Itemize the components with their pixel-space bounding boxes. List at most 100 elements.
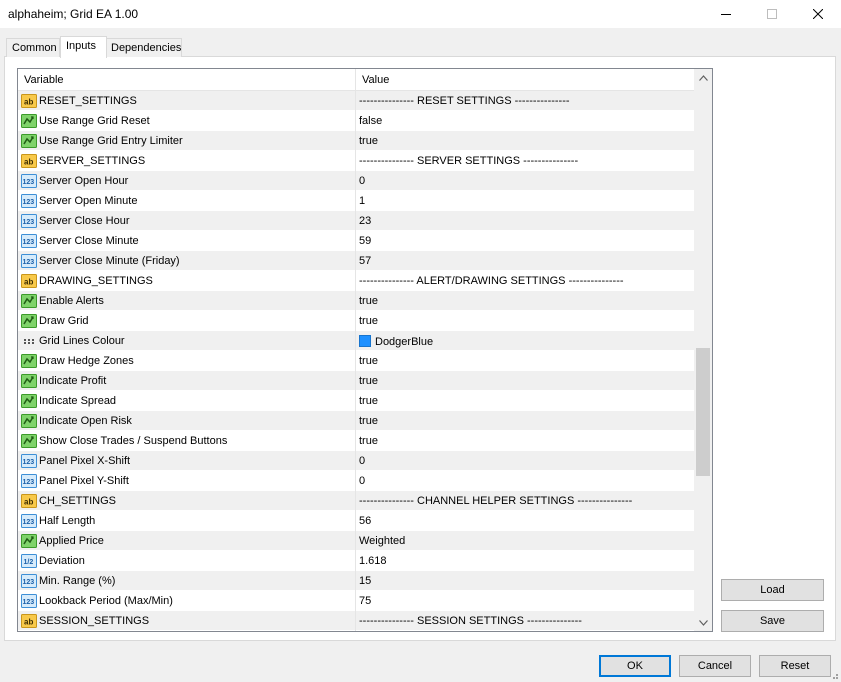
table-row[interactable]: Indicate Profit true	[18, 371, 694, 391]
variable-value[interactable]: Weighted	[359, 535, 405, 547]
string-icon: ab	[21, 493, 37, 509]
svg-text:1/2: 1/2	[24, 559, 34, 566]
variable-name: Grid Lines Colour	[39, 335, 125, 347]
variable-name: Indicate Open Risk	[39, 415, 132, 427]
close-button[interactable]	[795, 0, 841, 28]
int-icon: 123	[21, 173, 37, 189]
table-row[interactable]: Grid Lines Colour DodgerBlue	[18, 331, 694, 351]
variable-name: Deviation	[39, 555, 85, 567]
table-row[interactable]: Show Close Trades / Suspend Buttons true	[18, 431, 694, 451]
column-header-variable[interactable]: Variable	[18, 69, 355, 91]
variable-value[interactable]: --------------- SESSION SETTINGS -------…	[359, 615, 582, 627]
bool-icon	[21, 373, 37, 389]
variable-value[interactable]: --------------- SERVER SETTINGS --------…	[359, 155, 578, 167]
bool-icon	[21, 113, 37, 129]
table-row[interactable]: 123 Lookback Period (Max/Min) 75	[18, 591, 694, 611]
table-row[interactable]: 123 Server Close Minute 59	[18, 231, 694, 251]
variable-name: Server Close Minute (Friday)	[39, 255, 180, 267]
table-row[interactable]: 123 Server Close Minute (Friday) 57	[18, 251, 694, 271]
table-row[interactable]: ab RESET_SETTINGS --------------- RESET SE…	[18, 91, 694, 111]
variable-value[interactable]: false	[359, 115, 382, 127]
variable-value[interactable]: DodgerBlue	[359, 335, 433, 348]
table-row[interactable]: 123 Panel Pixel Y-Shift 0	[18, 471, 694, 491]
variable-value[interactable]: true	[359, 435, 378, 447]
size-grip-icon[interactable]	[829, 670, 839, 680]
table-row[interactable]: Indicate Spread true	[18, 391, 694, 411]
table-row[interactable]: ab CH_SETTINGS --------------- CHANNEL HEL…	[18, 491, 694, 511]
variable-value[interactable]: 59	[359, 235, 371, 247]
table-row[interactable]: 123 Min. Range (%) 15	[18, 571, 694, 591]
variable-value[interactable]: 1.618	[359, 555, 387, 567]
tab-dependencies[interactable]: Dependencies	[105, 38, 182, 57]
table-row[interactable]: 123 Server Open Minute 1	[18, 191, 694, 211]
variable-name: Server Open Minute	[39, 195, 138, 207]
variable-name: SESSION_SETTINGS	[39, 615, 150, 627]
variable-name: Lookback Period (Max/Min)	[39, 595, 173, 607]
variable-value[interactable]: 23	[359, 215, 371, 227]
reset-button[interactable]: Reset	[759, 655, 831, 677]
table-row[interactable]: Draw Hedge Zones true	[18, 351, 694, 371]
table-row[interactable]: 123 Half Length 56	[18, 511, 694, 531]
table-row[interactable]: Enable Alerts true	[18, 291, 694, 311]
variable-value[interactable]: 57	[359, 255, 371, 267]
variable-value[interactable]: 0	[359, 455, 365, 467]
variable-value[interactable]: true	[359, 355, 378, 367]
svg-text:123: 123	[23, 599, 35, 606]
variable-value[interactable]: 75	[359, 595, 371, 607]
scroll-down-button[interactable]	[694, 614, 712, 631]
save-button[interactable]: Save	[721, 610, 824, 632]
variable-value[interactable]: 56	[359, 515, 371, 527]
table-row[interactable]: Draw Grid true	[18, 311, 694, 331]
variable-value[interactable]: --------------- ALERT/DRAWING SETTINGS -…	[359, 275, 624, 287]
cancel-button[interactable]: Cancel	[679, 655, 751, 677]
vertical-scrollbar[interactable]	[694, 69, 712, 631]
variable-value[interactable]: true	[359, 395, 378, 407]
table-row[interactable]: 123 Server Open Hour 0	[18, 171, 694, 191]
variable-value[interactable]: 0	[359, 475, 365, 487]
table-row[interactable]: Use Range Grid Entry Limiter true	[18, 131, 694, 151]
svg-text:123: 123	[23, 219, 35, 226]
table-row[interactable]: ab DRAWING_SETTINGS --------------- ALERT/…	[18, 271, 694, 291]
scroll-up-button[interactable]	[694, 69, 712, 86]
bool-icon	[21, 393, 37, 409]
int-icon: 123	[21, 213, 37, 229]
bool-icon	[21, 133, 37, 149]
variable-value[interactable]: 0	[359, 175, 365, 187]
variable-value[interactable]: true	[359, 295, 378, 307]
variable-name: CH_SETTINGS	[39, 495, 117, 507]
tab-common[interactable]: Common	[6, 38, 60, 57]
table-row[interactable]: ab SERVER_SETTINGS --------------- SERVER …	[18, 151, 694, 171]
table-row[interactable]: ab SESSION_SETTINGS --------------- SESSIO…	[18, 611, 694, 631]
int-icon: 123	[21, 513, 37, 529]
minimize-icon	[721, 14, 731, 15]
string-icon: ab	[21, 153, 37, 169]
int-icon: 123	[21, 233, 37, 249]
ok-button[interactable]: OK	[599, 655, 671, 677]
svg-text:123: 123	[23, 239, 35, 246]
variable-value[interactable]: true	[359, 135, 378, 147]
table-row[interactable]: Use Range Grid Reset false	[18, 111, 694, 131]
table-row[interactable]: 123 Panel Pixel X-Shift 0	[18, 451, 694, 471]
variable-value[interactable]: true	[359, 375, 378, 387]
variable-name: Applied Price	[39, 535, 104, 547]
variable-value[interactable]: 15	[359, 575, 371, 587]
table-row[interactable]: Applied Price Weighted	[18, 531, 694, 551]
variable-value[interactable]: true	[359, 415, 378, 427]
int-icon: 123	[21, 453, 37, 469]
enum-icon	[21, 533, 37, 549]
load-button[interactable]: Load	[721, 579, 824, 601]
variable-name: SERVER_SETTINGS	[39, 155, 146, 167]
table-row[interactable]: Indicate Open Risk true	[18, 411, 694, 431]
variable-value[interactable]: --------------- RESET SETTINGS ---------…	[359, 95, 570, 107]
table-row[interactable]: 123 Server Close Hour 23	[18, 211, 694, 231]
variable-value[interactable]: 1	[359, 195, 365, 207]
variable-value[interactable]: true	[359, 315, 378, 327]
variable-value[interactable]: --------------- CHANNEL HELPER SETTINGS …	[359, 495, 632, 507]
minimize-button[interactable]	[703, 0, 749, 28]
inputs-grid[interactable]: Variable Value ab RESET_SETTINGS ---------…	[17, 68, 713, 632]
table-row[interactable]: 1/2 Deviation 1.618	[18, 551, 694, 571]
column-header-value[interactable]: Value	[356, 69, 694, 91]
tab-inputs[interactable]: Inputs	[60, 36, 107, 58]
maximize-button[interactable]	[749, 0, 795, 28]
scrollbar-thumb[interactable]	[696, 348, 710, 476]
